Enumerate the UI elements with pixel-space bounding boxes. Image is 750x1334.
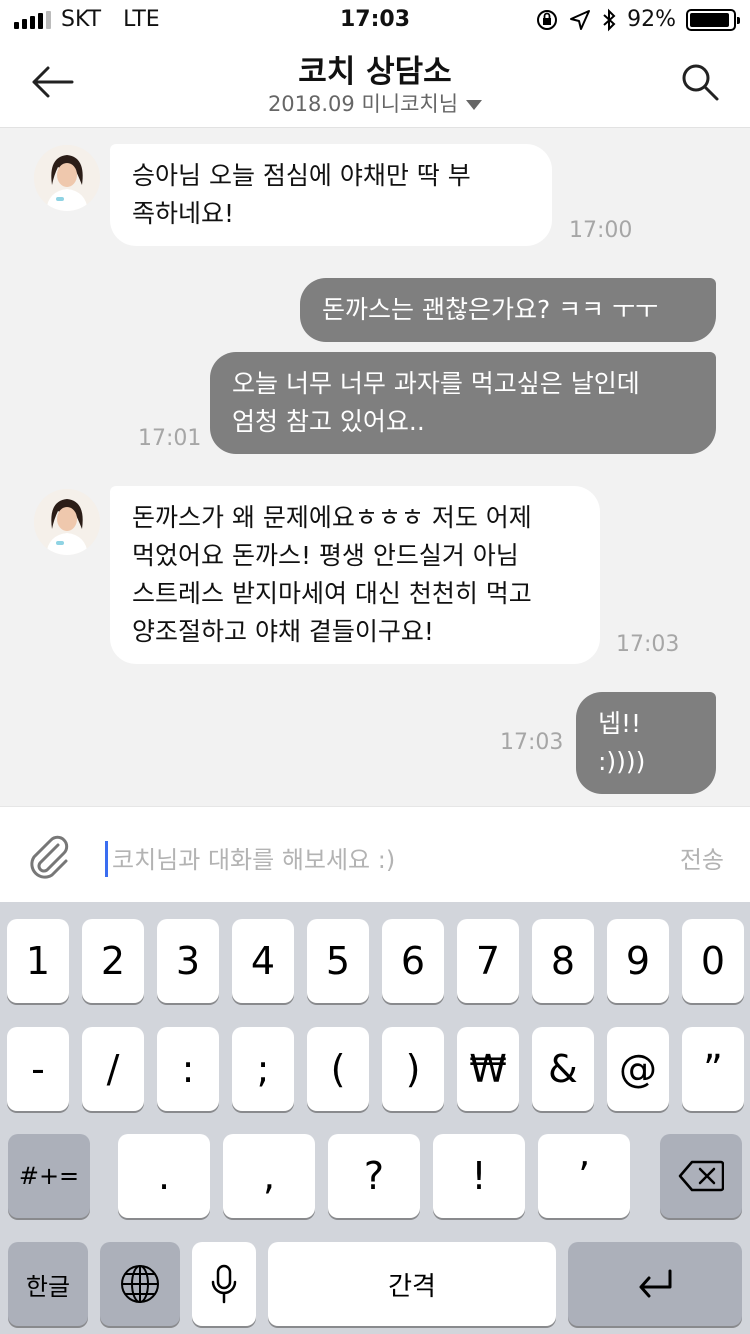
battery-icon <box>686 8 740 31</box>
key-symbol[interactable]: @ <box>607 1027 669 1111</box>
key-digit[interactable]: 0 <box>682 919 744 1003</box>
key-punctuation[interactable]: ! <box>433 1134 525 1218</box>
message-bubble-me: 돈까스는 괜찮은가요? ㅋㅋ ㅜㅜ <box>300 278 716 342</box>
message-time: 17:01 <box>138 426 202 451</box>
message-bubble-me: 오늘 너무 너무 과자를 먹고싶은 날인데 엄청 참고 있어요.. <box>210 352 716 454</box>
send-button[interactable]: 전송 <box>680 840 724 875</box>
key-symbol[interactable]: & <box>532 1027 594 1111</box>
key-symbol[interactable]: ₩ <box>457 1027 519 1111</box>
coach-avatar[interactable] <box>34 489 100 555</box>
key-symbol[interactable]: ( <box>307 1027 369 1111</box>
message-time: 17:03 <box>616 632 680 657</box>
status-bar: SKT LTE 17:03 92% <box>0 0 750 40</box>
microphone-icon <box>211 1264 237 1304</box>
key-digit[interactable]: 1 <box>7 919 69 1003</box>
globe-icon <box>121 1265 159 1303</box>
coach-avatar[interactable] <box>34 145 100 211</box>
location-icon <box>570 9 591 30</box>
message-time: 17:00 <box>569 218 633 243</box>
message-bubble-coach: 승아님 오늘 점심에 야채만 딱 부 족하네요! <box>110 144 552 246</box>
key-globe[interactable] <box>100 1242 180 1326</box>
key-language-korean[interactable]: 한글 <box>8 1242 88 1326</box>
message-bubble-me: 넵!! :)))) <box>576 692 716 794</box>
key-digit[interactable]: 9 <box>607 919 669 1003</box>
backspace-icon <box>678 1160 724 1192</box>
paperclip-icon[interactable] <box>24 831 72 881</box>
key-digit[interactable]: 4 <box>232 919 294 1003</box>
coach-selector[interactable]: 2018.09 미니코치님 <box>0 88 750 118</box>
battery-percent: 92% <box>627 7 676 32</box>
key-digit[interactable]: 3 <box>157 919 219 1003</box>
key-digit[interactable]: 8 <box>532 919 594 1003</box>
key-microphone[interactable] <box>192 1242 256 1326</box>
page-title: 코치 상담소 <box>298 54 452 90</box>
key-punctuation[interactable]: ? <box>328 1134 420 1218</box>
message-bubble-coach: 돈까스가 왜 문제에요ㅎㅎㅎ 저도 어제 먹었어요 돈까스! 평생 안드실거 아… <box>110 486 600 664</box>
key-symbol[interactable]: ” <box>682 1027 744 1111</box>
coach-selector-label: 2018.09 미니코치님 <box>267 92 459 116</box>
key-digit[interactable]: 2 <box>82 919 144 1003</box>
key-backspace[interactable] <box>660 1134 742 1218</box>
key-punctuation[interactable]: . <box>118 1134 210 1218</box>
text-cursor <box>105 841 108 877</box>
key-symbol[interactable]: - <box>7 1027 69 1111</box>
bluetooth-icon <box>603 8 616 31</box>
message-input-bar: 코치님과 대화를 해보세요 :) 전송 <box>0 806 750 902</box>
key-symbol[interactable]: ) <box>382 1027 444 1111</box>
key-symbol[interactable]: / <box>82 1027 144 1111</box>
key-punctuation[interactable]: , <box>223 1134 315 1218</box>
message-time: 17:03 <box>500 730 564 755</box>
return-icon <box>639 1269 672 1298</box>
key-punctuation[interactable]: ’ <box>538 1134 630 1218</box>
chat-header: 코치 상담소 2018.09 미니코치님 <box>0 40 750 128</box>
key-symbols-toggle[interactable]: #+= <box>8 1134 90 1218</box>
key-symbol[interactable]: : <box>157 1027 219 1111</box>
key-digit[interactable]: 6 <box>382 919 444 1003</box>
key-symbol[interactable]: ; <box>232 1027 294 1111</box>
keyboard: #+= 한글 간격 1 2 3 4 5 6 7 8 9 0 - /:;() ₩ & @”.,?!’ <box>0 902 750 1334</box>
message-input[interactable]: 코치님과 대화를 해보세요 :) <box>112 840 395 875</box>
key-digit[interactable]: 7 <box>457 919 519 1003</box>
key-space[interactable]: 간격 <box>268 1242 556 1326</box>
key-digit[interactable]: 5 <box>307 919 369 1003</box>
rotation-lock-icon <box>537 9 558 30</box>
key-return[interactable] <box>568 1242 742 1326</box>
caret-down-icon <box>466 100 483 110</box>
search-icon[interactable] <box>680 62 720 102</box>
